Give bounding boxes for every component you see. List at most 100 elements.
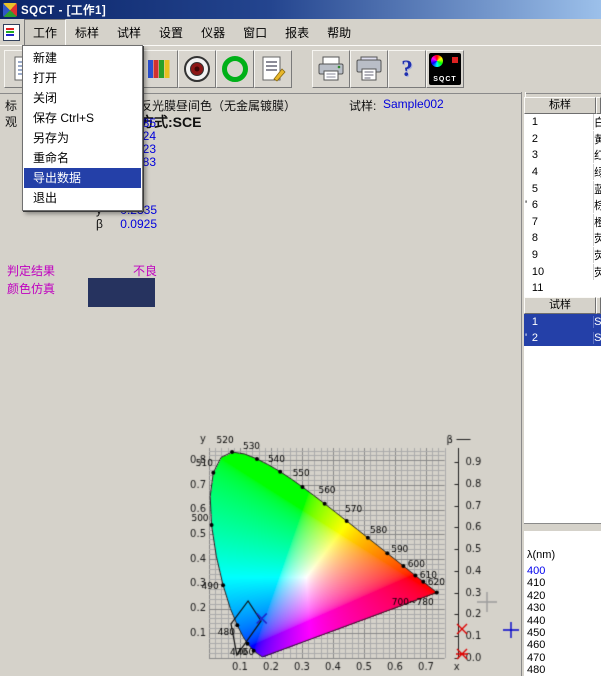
standard-list: 1 白 2 黄 3 红 4 绿 5	[524, 114, 601, 297]
standard-row-number: 2	[532, 133, 593, 145]
sample-row[interactable]: 2 S	[524, 330, 601, 346]
standard-row[interactable]: 9 荧	[524, 247, 601, 264]
wavelength-item[interactable]: 400	[527, 565, 601, 577]
judgment-label: 判定结果	[7, 262, 55, 279]
about-sqct-button[interactable]: SQCT	[426, 50, 464, 88]
help-button[interactable]: ?	[388, 50, 426, 88]
standard-row[interactable]: 11	[524, 280, 601, 297]
menu-item[interactable]: 试样	[108, 19, 150, 46]
sample-list-header: 试样	[524, 297, 601, 314]
wavelength-item[interactable]: 410	[527, 577, 601, 589]
standard-row[interactable]: 1 白	[524, 114, 601, 131]
standard-list-header: 标样	[524, 97, 601, 114]
wavelength-item[interactable]: 480	[527, 664, 601, 676]
menu-bar: 工作 标样 试样 设置 仪器 窗口 报表 帮助	[0, 19, 601, 45]
standard-row-name-fragment: 荧	[593, 247, 601, 263]
current-row-marker	[524, 199, 532, 211]
standard-row[interactable]: 4 绿	[524, 164, 601, 181]
current-row-marker	[524, 332, 532, 344]
file-menu-item[interactable]: 打开	[24, 68, 141, 88]
standard-row-number: 10	[532, 266, 593, 278]
wavelength-item[interactable]: 430	[527, 602, 601, 614]
standard-row[interactable]: 2 黄	[524, 131, 601, 148]
standard-row[interactable]: 8 荧	[524, 230, 601, 247]
color-burst-icon	[431, 55, 443, 67]
observer-label-fragment: 观	[5, 113, 22, 130]
file-menu-item[interactable]: 关闭	[24, 88, 141, 108]
file-menu-item[interactable]: 重命名	[24, 148, 141, 168]
standard-row-name-fragment: 荧	[593, 264, 601, 280]
file-menu-item[interactable]: 退出	[24, 188, 141, 208]
standard-row-number: 11	[532, 282, 593, 294]
standard-row-number: 1	[532, 116, 593, 128]
menu-item[interactable]: 标样	[66, 19, 108, 46]
wavelength-header: λ(nm)	[527, 549, 555, 561]
printer-icon	[316, 54, 346, 84]
standard-row-number: 7	[532, 216, 593, 228]
standard-row-name-fragment: 黄	[593, 131, 601, 147]
measure-standard-button[interactable]	[178, 50, 216, 88]
report-icon	[258, 54, 288, 84]
standard-row-number: 6	[532, 199, 593, 211]
wavelength-item[interactable]: 450	[527, 627, 601, 639]
standard-row-number: 3	[532, 149, 593, 161]
sample-row-name-fragment: S	[593, 332, 601, 344]
window-title: SQCT - [工作1]	[21, 2, 106, 18]
wavelength-item[interactable]: 420	[527, 590, 601, 602]
sample-row-name-fragment: S	[593, 316, 601, 328]
report-button[interactable]	[254, 50, 292, 88]
standard-row[interactable]: 5 蓝	[524, 180, 601, 197]
help-icon: ?	[401, 56, 413, 82]
menu-item[interactable]: 设置	[150, 19, 192, 46]
menu-item[interactable]: 报表	[276, 19, 318, 46]
sample-ring-icon	[220, 54, 250, 84]
wavelength-list: 400 410 420 430 440 450 460 470 480	[527, 565, 601, 676]
title-bar[interactable]: SQCT - [工作1]	[0, 0, 601, 19]
standard-header-cell[interactable]: 标样	[524, 97, 596, 114]
file-menu-item[interactable]: 另存为	[24, 128, 141, 148]
sample-name: Sample002	[383, 97, 444, 111]
sqct-logo-icon: SQCT	[429, 53, 461, 85]
sqct-logo-text: SQCT	[429, 76, 461, 83]
menu-item[interactable]: 窗口	[234, 19, 276, 46]
wavelength-item[interactable]: 470	[527, 652, 601, 664]
wavelength-panel: λ(nm) 400 410 420 430 440 450 460 470 48…	[524, 531, 601, 676]
sample-header-cell[interactable]: 试样	[524, 297, 596, 314]
file-menu-item[interactable]: 保存 Ctrl+S	[24, 108, 141, 128]
color-simulation-label: 颜色仿真	[7, 280, 55, 297]
beta-value: 0.0925	[108, 217, 157, 231]
standard-row-number: 9	[532, 249, 593, 261]
chromaticity-chart	[190, 430, 520, 676]
wavelength-item[interactable]: 460	[527, 639, 601, 651]
file-menu-dropdown: 新建 打开 关闭 保存 Ctrl+S 另存为 重命名 导出数据 退出	[22, 45, 143, 211]
sample-label: 试样:	[349, 97, 376, 114]
standard-row[interactable]: 10 荧	[524, 263, 601, 280]
judgment-value: 不良	[133, 262, 157, 279]
sample-row-number: 2	[532, 332, 593, 344]
standard-row-name-fragment: 橙	[593, 214, 601, 230]
standard-row-name-fragment: 蓝	[593, 181, 601, 197]
standard-row-name-fragment: 荧	[593, 230, 601, 246]
standard-row[interactable]: 6 棕	[524, 197, 601, 214]
print-output-button[interactable]	[350, 50, 388, 88]
wavelength-item[interactable]: 440	[527, 615, 601, 627]
sample-row[interactable]: 1 S	[524, 314, 601, 330]
standard-row-number: 5	[532, 183, 593, 195]
menu-item[interactable]: 帮助	[318, 19, 360, 46]
app-icon	[3, 3, 17, 17]
color-scales-button[interactable]	[140, 50, 178, 88]
standard-row[interactable]: 7 橙	[524, 214, 601, 231]
standard-row-number: 8	[532, 232, 593, 244]
file-menu-item[interactable]: 新建	[24, 48, 141, 68]
menu-item[interactable]: 工作	[24, 19, 66, 46]
menu-item[interactable]: 仪器	[192, 19, 234, 46]
color-bars-icon	[144, 54, 174, 84]
print-button[interactable]	[312, 50, 350, 88]
standard-target-icon	[182, 54, 212, 84]
sample-header-cell-cut	[596, 297, 601, 314]
app-window: SQCT - [工作1] 工作 标样 试样 设置 仪器 窗口 报表 帮助	[0, 0, 601, 676]
sample-row-number: 1	[532, 316, 593, 328]
measure-sample-button[interactable]	[216, 50, 254, 88]
file-menu-item[interactable]: 导出数据	[24, 168, 141, 188]
standard-row[interactable]: 3 红	[524, 147, 601, 164]
